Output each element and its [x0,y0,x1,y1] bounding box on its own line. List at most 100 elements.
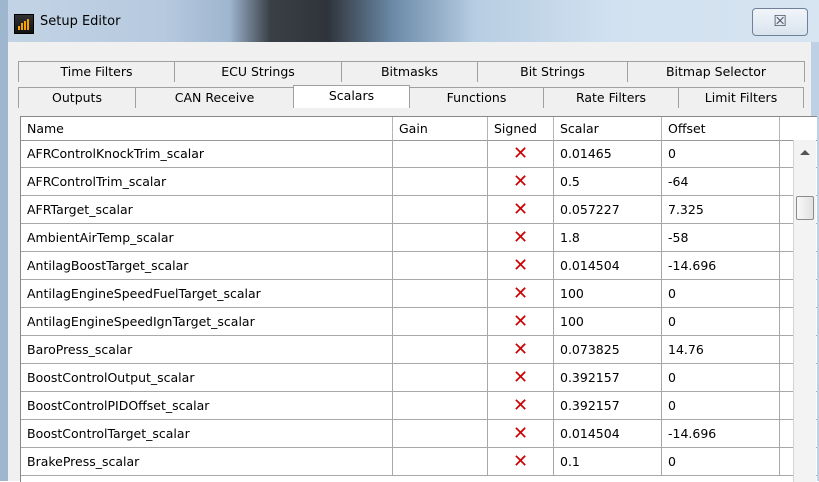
cell-scalar[interactable]: 0.014504 [554,420,662,447]
table-row[interactable]: AntilagBoostTarget_scalar ✕ 0.014504 -14.69… [21,252,817,280]
cell-gain[interactable] [393,196,488,223]
cell-offset[interactable]: -14.696 [662,252,780,279]
col-header-offset[interactable]: Offset [662,117,780,140]
window-title: Setup Editor [40,14,121,29]
cell-name[interactable]: AFRControlKnockTrim_scalar [21,140,393,167]
cell-name[interactable]: BrakePress_scalar [21,448,393,475]
tab-scalars[interactable]: Scalars [293,85,410,108]
cell-offset[interactable]: 0 [662,308,780,335]
cell-gain[interactable] [393,280,488,307]
cell-gain[interactable] [393,140,488,167]
cell-signed[interactable]: ✕ [488,308,554,335]
tab-bitmap-selector[interactable]: Bitmap Selector [627,61,805,82]
cell-offset[interactable]: 14.76 [662,336,780,363]
cell-scalar[interactable]: 100 [554,280,662,307]
cell-signed[interactable]: ✕ [488,140,554,167]
cell-offset[interactable]: -64 [662,168,780,195]
table-row[interactable]: BoostControlPIDOffset_scalar ✕ 0.392157 0 [21,392,817,420]
cell-offset[interactable]: -14.696 [662,420,780,447]
table-row[interactable]: AntilagEngineSpeedIgnTarget_scalar ✕ 100 0 [21,308,817,336]
table-row[interactable]: BaroPress_scalar ✕ 0.073825 14.76 [21,336,817,364]
cell-name[interactable]: BoostControlPIDOffset_scalar [21,392,393,419]
table-row[interactable]: AFRControlTrim_scalar ✕ 0.5 -64 [21,168,817,196]
signed-value: ✕ [512,227,529,248]
signed-value: ✕ [512,451,529,472]
cell-gain[interactable] [393,252,488,279]
cell-scalar[interactable]: 0.057227 [554,196,662,223]
cell-signed[interactable]: ✕ [488,420,554,447]
cell-offset[interactable]: 7.325 [662,196,780,223]
tab-ecu-strings[interactable]: ECU Strings [174,61,342,82]
table-row[interactable]: BrakePress_scalar ✕ 0.1 0 [21,448,817,476]
cell-offset[interactable]: -58 [662,224,780,251]
cell-scalar[interactable]: 100 [554,308,662,335]
cell-scalar[interactable]: 0.5 [554,168,662,195]
cell-gain[interactable] [393,308,488,335]
tab-can-receive[interactable]: CAN Receive [135,87,294,108]
col-header-gain[interactable]: Gain [393,117,488,140]
cell-signed[interactable]: ✕ [488,336,554,363]
col-header-scalar[interactable]: Scalar [554,117,662,140]
scrollbar-thumb[interactable] [796,196,814,220]
cell-name[interactable]: BoostControlTarget_scalar [21,420,393,447]
vertical-scrollbar[interactable] [793,140,816,482]
table-row[interactable]: AFRTarget_scalar ✕ 0.057227 7.325 [21,196,817,224]
cell-scalar[interactable]: 0.014504 [554,252,662,279]
cell-signed[interactable]: ✕ [488,364,554,391]
cell-gain[interactable] [393,336,488,363]
cell-name[interactable]: BaroPress_scalar [21,336,393,363]
cell-scalar[interactable]: 0.073825 [554,336,662,363]
cell-scalar[interactable]: 0.01465 [554,140,662,167]
cell-signed[interactable]: ✕ [488,196,554,223]
table-row[interactable]: AFRControlKnockTrim_scalar ✕ 0.01465 0 [21,140,817,168]
signed-value: ✕ [512,199,529,220]
col-header-name[interactable]: Name [21,117,393,140]
table-row[interactable]: BoostControlTarget_scalar ✕ 0.014504 -14.69… [21,420,817,448]
cell-name[interactable]: AntilagEngineSpeedIgnTarget_scalar [21,308,393,335]
cell-name[interactable]: AmbientAirTemp_scalar [21,224,393,251]
table-row[interactable]: AmbientAirTemp_scalar ✕ 1.8 -58 [21,224,817,252]
cell-gain[interactable] [393,364,488,391]
cell-offset[interactable]: 0 [662,448,780,475]
cell-offset[interactable]: 0 [662,140,780,167]
cell-name[interactable]: AFRTarget_scalar [21,196,393,223]
cell-scalar[interactable]: 1.8 [554,224,662,251]
col-header-signed[interactable]: Signed [488,117,554,140]
cell-scalar[interactable]: 0.392157 [554,364,662,391]
cell-signed[interactable]: ✕ [488,168,554,195]
cell-gain[interactable] [393,224,488,251]
cell-signed[interactable]: ✕ [488,224,554,251]
cell-gain[interactable] [393,168,488,195]
table-row[interactable]: BoostControlOutput_scalar ✕ 0.392157 0 [21,364,817,392]
scroll-up-icon[interactable] [800,150,810,155]
cell-name[interactable]: AntilagEngineSpeedFuelTarget_scalar [21,280,393,307]
tab-row-upper: Time Filters ECU Strings Bitmasks Bit St… [18,61,805,82]
tab-time-filters[interactable]: Time Filters [18,61,175,82]
tab-rate-filters[interactable]: Rate Filters [543,87,679,108]
table-row[interactable]: AntilagEngineSpeedFuelTarget_scalar ✕ 100 0 [21,280,817,308]
tab-bit-strings[interactable]: Bit Strings [477,61,628,82]
cell-offset[interactable]: 0 [662,280,780,307]
app-icon [14,14,34,34]
cell-offset[interactable]: 0 [662,392,780,419]
cell-offset[interactable]: 0 [662,364,780,391]
cell-signed[interactable]: ✕ [488,280,554,307]
signed-value: ✕ [512,367,529,388]
cell-gain[interactable] [393,448,488,475]
cell-name[interactable]: AFRControlTrim_scalar [21,168,393,195]
cell-scalar[interactable]: 0.1 [554,448,662,475]
cell-gain[interactable] [393,392,488,419]
cell-signed[interactable]: ✕ [488,392,554,419]
close-button[interactable]: ☒ [752,8,808,36]
cell-signed[interactable]: ✕ [488,252,554,279]
tab-outputs[interactable]: Outputs [18,87,136,108]
tab-limit-filters[interactable]: Limit Filters [678,87,804,108]
cell-signed[interactable]: ✕ [488,448,554,475]
tab-bitmasks[interactable]: Bitmasks [341,61,478,82]
cell-gain[interactable] [393,420,488,447]
signed-value: ✕ [512,395,529,416]
cell-name[interactable]: AntilagBoostTarget_scalar [21,252,393,279]
cell-name[interactable]: BoostControlOutput_scalar [21,364,393,391]
tab-functions[interactable]: Functions [409,87,544,108]
cell-scalar[interactable]: 0.392157 [554,392,662,419]
